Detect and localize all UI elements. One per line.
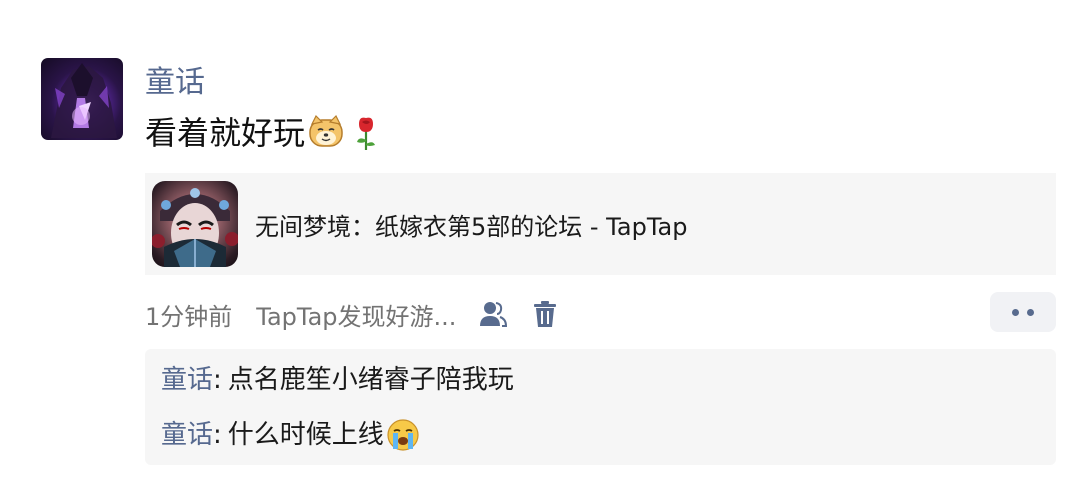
link-title: 无间梦境：纸嫁衣第5部的论坛 - TapTap bbox=[255, 212, 688, 241]
comment-item[interactable]: 童话 : 什么时候上线 bbox=[161, 417, 420, 453]
post-meta: 1分钟前 TapTap发现好游... bbox=[145, 294, 560, 334]
comments-panel: 童话 : 点名鹿笙小绪睿子陪我玩 童话 : 什么时候上线 bbox=[145, 349, 1056, 465]
more-dot bbox=[1012, 308, 1019, 316]
opera-mask-game-icon bbox=[152, 181, 238, 267]
comment-separator: : bbox=[213, 365, 222, 395]
comment-author[interactable]: 童话 bbox=[161, 362, 213, 398]
comment-separator: : bbox=[213, 420, 222, 450]
post-content: 看着就好玩 bbox=[145, 111, 385, 155]
comment-text: 什么时候上线 bbox=[227, 420, 384, 450]
comment-item[interactable]: 童话 : 点名鹿笙小绪睿子陪我玩 bbox=[161, 362, 514, 398]
avatar[interactable] bbox=[41, 58, 123, 140]
post-time: 1分钟前 bbox=[145, 302, 233, 331]
post-source[interactable]: TapTap发现好游... bbox=[256, 297, 456, 332]
post-author[interactable]: 童话 bbox=[145, 63, 205, 103]
post-text: 看着就好玩 bbox=[145, 114, 306, 152]
link-card[interactable]: 无间梦境：纸嫁衣第5部的论坛 - TapTap bbox=[145, 173, 1056, 275]
friends-icon[interactable] bbox=[478, 299, 508, 329]
more-dot bbox=[1027, 308, 1034, 316]
crying-face-emoji bbox=[386, 418, 420, 452]
more-icon[interactable] bbox=[990, 292, 1056, 332]
comment-text: 点名鹿笙小绪睿子陪我玩 bbox=[227, 365, 514, 395]
comment-author[interactable]: 童话 bbox=[161, 417, 213, 453]
rose-emoji bbox=[347, 114, 385, 152]
trash-icon[interactable] bbox=[530, 299, 560, 329]
dog-face-emoji bbox=[307, 114, 345, 152]
